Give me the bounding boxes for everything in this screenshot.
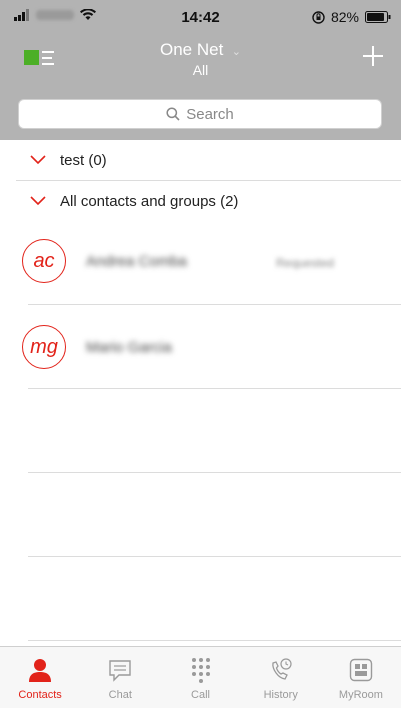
chevron-down-icon: [30, 155, 46, 165]
tab-label: Contacts: [18, 689, 62, 701]
contact-name: Andrea Comba: [86, 253, 187, 270]
divider: [28, 640, 401, 641]
group-label: test (0): [60, 151, 107, 169]
tab-bar: Contacts Chat Call History MyRoom: [0, 646, 401, 708]
add-icon[interactable]: [361, 44, 385, 68]
chevron-down-icon: [30, 196, 46, 206]
dialpad-icon: [191, 658, 210, 683]
divider: [28, 388, 401, 389]
orientation-lock-icon: [312, 10, 325, 24]
call-history-icon: [271, 658, 292, 680]
person-icon: [29, 659, 52, 682]
divider: [28, 556, 401, 557]
search-placeholder: Search: [186, 105, 234, 123]
nav-bar: One Net ⌄ All: [0, 34, 401, 86]
chevron-down-icon: ⌄: [231, 46, 241, 58]
status-bar: 14:42 82%: [0, 0, 401, 34]
myroom-icon: [349, 658, 373, 682]
header-title: One Net: [160, 40, 224, 59]
contact-row[interactable]: ac Andrea Comba Requested: [0, 221, 401, 305]
divider: [28, 472, 401, 473]
header-title-group[interactable]: One Net ⌄ All: [0, 40, 401, 78]
tab-label: Chat: [108, 689, 132, 701]
tab-label: Call: [191, 689, 210, 701]
header-subtitle: All: [192, 62, 209, 78]
tab-chat[interactable]: Chat: [80, 647, 160, 708]
tab-contacts[interactable]: Contacts: [0, 647, 80, 708]
contact-status: Requested: [276, 256, 335, 270]
group-label: All contacts and groups (2): [60, 192, 239, 210]
group-header-test[interactable]: test (0): [0, 140, 401, 180]
search-area: Search: [0, 86, 401, 140]
tab-label: MyRoom: [338, 689, 383, 701]
tab-call[interactable]: Call: [160, 647, 240, 708]
battery-percent: 82%: [330, 9, 359, 25]
avatar: ac: [22, 239, 66, 283]
search-icon: [166, 107, 180, 121]
tab-history[interactable]: History: [241, 647, 321, 708]
contact-name: Mario Garcia: [86, 339, 172, 356]
chat-bubble-icon: [109, 660, 131, 682]
tab-myroom[interactable]: MyRoom: [321, 647, 401, 708]
group-header-all-contacts[interactable]: All contacts and groups (2): [0, 181, 401, 221]
search-input[interactable]: Search: [18, 99, 382, 129]
status-right: 82%: [312, 9, 391, 25]
tab-label: History: [263, 689, 298, 701]
battery-icon: [365, 11, 391, 23]
avatar: mg: [22, 325, 66, 369]
contact-row[interactable]: mg Mario Garcia: [0, 305, 401, 389]
